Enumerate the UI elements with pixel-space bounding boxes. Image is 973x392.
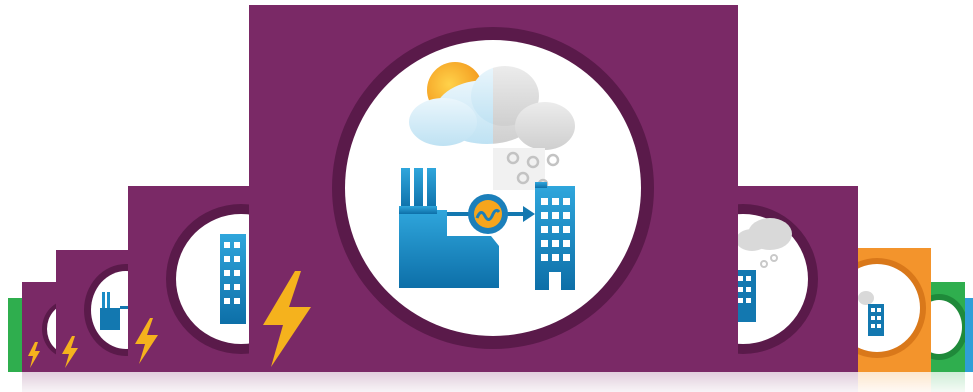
reflection-fade: [0, 372, 973, 392]
lightning-bolt-icon: [135, 318, 158, 364]
lightning-bolt-icon: [62, 336, 78, 368]
building-icon: [858, 291, 884, 336]
cloud-building-icon: [734, 218, 792, 322]
lightning-bolt-icon: [28, 342, 40, 368]
tile-carousel: [0, 0, 973, 392]
carousel-tile-featured[interactable]: [249, 5, 738, 372]
building-icon: [220, 234, 246, 324]
lightning-bolt-icon: [263, 271, 311, 367]
energy-plant-to-building-icon: [399, 62, 575, 290]
